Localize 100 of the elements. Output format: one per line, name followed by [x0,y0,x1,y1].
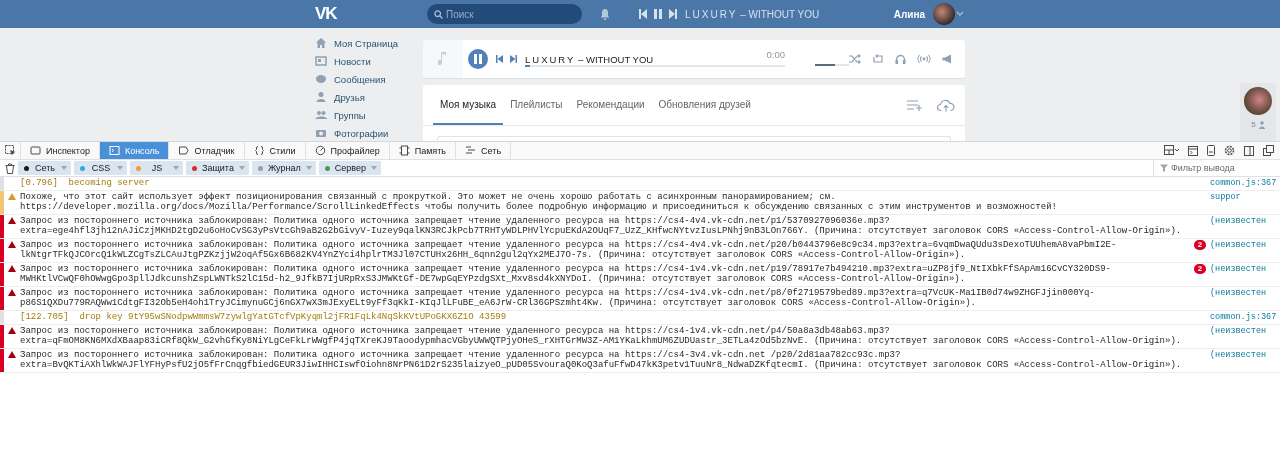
previous-icon[interactable] [496,55,503,63]
music-tab[interactable]: Моя музыка [433,85,504,125]
avatar[interactable] [1244,87,1272,115]
console-message: Запрос из постороннего источника заблокирован: Политика одного источника запрещает чтение удаленного ресурса на https://cs4-1v4.vk-cdn.net/p4/50a8a3db48ab63.mp3?extra=qFmOM8KN6MXdXBaap83iCRf8QkW_G2vhGfKy8NiYLgCeFkLrWWgfP4jqTXreKJ9TaoodypmhacVGbyUWWQTPjyOHeS_rXHTGrMW3Z-AM1YKaLkhmUM6ZUDUastr_3ETLa4zOd5bzNvE. (Причина: отсутствует заголовок CORS «Access-Control-Allow-Origin»). [20,325,1183,348]
split-layout-icon[interactable] [1164,145,1179,156]
pause-icon[interactable] [654,9,662,19]
source-link[interactable]: (неизвестен [1210,215,1280,238]
filter-toggle[interactable]: Сервер [318,161,381,175]
friend-count: 5 [1251,120,1256,129]
track-title: LUXURY – WITHOUT YOU [525,54,654,65]
console-message: Запрос из постороннего источника заблокирован: Политика одного источника запрещает чтение удаленного ресурса на https://cs4-4v4.vk-cdn.net/p1/5370927096036e.mp3?extra=ege4hfl3jh12nAJiCzjMKHD2tgD2u6oHoCvSG3yPsVtcGh9aB2G2bGivyV-Iuzey9qalKN3RCJkPcb7TRHTyWDLPHVlYcpuEKdA2OUqF7_UzZ_KHfwcNYtvzIusLPNhj9nB3LOn766Y. (Причина: отсутствует заголовок CORS «Access-Control-Allow-Origin»). [20,215,1183,238]
previous-icon[interactable] [639,9,647,19]
console-message: [0.796] becoming server [20,177,151,190]
caret-icon[interactable] [955,11,965,17]
cloud-upload-icon[interactable] [937,98,955,112]
sidebar-item[interactable]: Фотографии [315,124,423,141]
source-link[interactable]: (неизвестен [1210,239,1280,262]
filter-toggle[interactable]: CSS [74,161,127,175]
source-link[interactable]: common.js:367 [1210,311,1280,324]
devtools-tab[interactable]: Отладчик [169,142,245,159]
home-icon [315,37,327,49]
source-link[interactable]: (неизвестен [1210,349,1280,372]
source-link[interactable]: (неизвестен [1210,263,1280,286]
sidebar-icon[interactable] [1244,145,1254,156]
search-icon [434,9,443,19]
logo[interactable]: VK [315,4,427,24]
broadcast-icon[interactable] [917,54,931,64]
bell-icon[interactable] [599,8,611,20]
source-link[interactable]: (неизвестен [1210,287,1280,310]
devtools-tab[interactable]: Стили [244,142,306,159]
avatar[interactable] [933,3,955,25]
music-tab[interactable]: Обновления друзей [651,85,758,125]
console-message: Запрос из постороннего источника заблокирован: Политика одного источника запрещает чтение удаленного ресурса на https://cs4-1v4.vk-cdn.net/p19/78917e7b494210.mp3?extra=uZP8jf9_NtIXbkFfSApAm16CvCY320DS9-MWHKtlVCwQF0hOWwgGpo3pllJdkcunshZspLWNTkS2lC15d-h2_9JfkB7IjURpRxS3JMWKtGf-DE7wpGqEYPzdgSXt_Mxv8sd4kXNYDoI. (Причина: отсутствует заголовок CORS «Access-Control-Allow-Origin»). [20,263,1112,286]
repeat-count: 2 [1193,264,1207,274]
phone-icon[interactable] [1207,145,1215,156]
devtools-tab[interactable]: Память [389,142,457,159]
caret-icon [173,166,179,170]
error-icon [8,265,16,272]
devtools-tab[interactable]: Сеть [456,142,512,159]
pause-icon [474,54,482,64]
shuffle-icon[interactable] [849,54,861,64]
console-message: [122.705] drop key 9tY95wSNodpwWmmsW7zywlgYatGTcfVpKyqml2jFR1FqLk4NqSkKVtUPoGKX6Z1O 43599 [20,311,508,324]
source-link[interactable]: (неизвестен [1210,325,1280,348]
error-icon [8,327,16,334]
music-tab[interactable]: Плейлисты [503,85,570,125]
caret-icon [61,166,67,170]
caret-icon [370,166,377,170]
sidebar-item[interactable]: Новости [315,52,423,70]
headphones-icon[interactable] [895,54,906,64]
music-note-icon [438,51,448,67]
console-message: Запрос из постороннего источника заблокирован: Политика одного источника запрещает чтение удаленного ресурса на https://cs4-3v4.vk-cdn.net /p20/2d81aa782cc93c.mp3?extra=BvQKTiAXhlWkWAJFlYFHyPsfU2jO5fFrCnqgfbiedGEUR3JiwIHHCIswfOiohn8NrPN61D2rS235laizyeO_pUD05SvouraQ0KoQ3afuFfwD47kK3petv1TuuNr8_NdwaDZKfqtecmI. (Причина: отсутствует заголовок CORS «Access-Control-Allow-Origin»). [20,349,1183,372]
console-icon [108,145,120,156]
people-icon [315,109,327,121]
trash-icon[interactable] [5,162,15,174]
caret-icon [117,166,123,170]
filter-toggle[interactable]: Защита [186,161,249,175]
sidebar-item[interactable]: Группы [315,106,423,124]
console-message: Похоже, что этот сайт использует эффект позиционирования связанный с прокруткой. Это может не очень хорошо работать с асинхронным панорамированием; см. https://developer.mozilla.org/docs/Mozilla/Performance/ScrollLinkedEffects чтобы получить более подробную информацию и присоединиться к обсуждению связанных с этим инструментов и возможностей! [20,191,1058,214]
megaphone-icon[interactable] [942,54,953,64]
next-icon[interactable] [669,9,677,19]
music-tab[interactable]: Рекомендации [569,85,652,125]
sidebar-item[interactable]: Моя Страница [315,34,423,52]
error-icon [8,241,16,248]
sidebar-item[interactable]: Сообщения [315,70,423,88]
error-icon [8,289,16,296]
person-icon [315,91,327,103]
settings-icon[interactable] [1224,145,1235,156]
user-name[interactable]: Алина [893,8,925,20]
newspaper-icon [315,55,327,67]
devtools-tab[interactable]: Профайлер [305,142,390,159]
console-message: Запрос из постороннего источника заблокирован: Политика одного источника запрещает чтение удаленного ресурса на https://cs4-4v4.vk-cdn.net/p20/b0443796e8c9c34.mp3?extra=6vqmDwaQUdu3sDexoTUUhemA8vaPbmI2E-lkNtgrTFkQJCOrcQ1kWLZCgTsZLCAuJtgPZKzjjW2oqAf5Gx6B682KV4YnZYci4hplrTM3Jl07CTUHx26HH_6qnn2gul2qYx2MEJ7O-7s. (Причина: отсутствует заголовок CORS «Access-Control-Allow-Origin»). [20,239,1118,262]
warning-icon [8,193,16,200]
track-title[interactable]: LUXURY – WITHOUT YOU [685,8,820,20]
source-link[interactable]: common.js:367 [1210,177,1280,190]
error-icon [8,351,16,358]
inspector-icon [30,145,41,156]
search-field[interactable]: Поиск [427,4,582,24]
pause-button[interactable] [468,49,488,69]
devtools-tab[interactable]: Инспектор [21,142,100,159]
filter-toggle[interactable]: Сеть [18,161,71,175]
caret-icon [305,166,312,170]
filter-toggle[interactable]: Журнал [251,161,316,175]
debugger-icon [178,145,190,156]
next-icon[interactable] [510,55,517,63]
gauge-icon [314,145,326,156]
undock-icon[interactable] [1263,145,1274,156]
console-panel-icon[interactable] [1188,145,1198,156]
repeat-icon[interactable] [872,54,884,64]
chat-bubble-icon [315,73,327,85]
filter-toggle[interactable]: JS [130,161,183,175]
console-message: Запрос из постороннего источника заблокирован: Политика одного источника запрещает чтение удаленного ресурса на https://cs4-1v4.vk-cdn.net/p8/0f2719579bed89.mp3?extra=q7VcUK-Ma1IB0d74w9ZHGFJjin000Yq-p86S1QXDu779RAQWw1CdtgFI32Ob5eH4oh1TryJCimynuGCj6nGX7wX3mJExyELt9yFf3qKkI-KIqJlLFuBE_eA6JrW-CRl36GPSzmht4Kw. (Причина: отсутствует заголовок CORS «Access-Control-Allow-Origin»). [20,287,1096,310]
memory-chip-icon [398,145,410,156]
element-picker-icon[interactable] [4,145,16,156]
sidebar-item[interactable]: Друзья [315,88,423,106]
caret-icon [238,166,245,170]
source-link[interactable]: suppor [1210,191,1280,214]
track-time: 0:00 [766,49,785,60]
error-icon [8,217,16,224]
braces-icon [253,145,265,156]
repeat-count: 2 [1193,240,1207,250]
